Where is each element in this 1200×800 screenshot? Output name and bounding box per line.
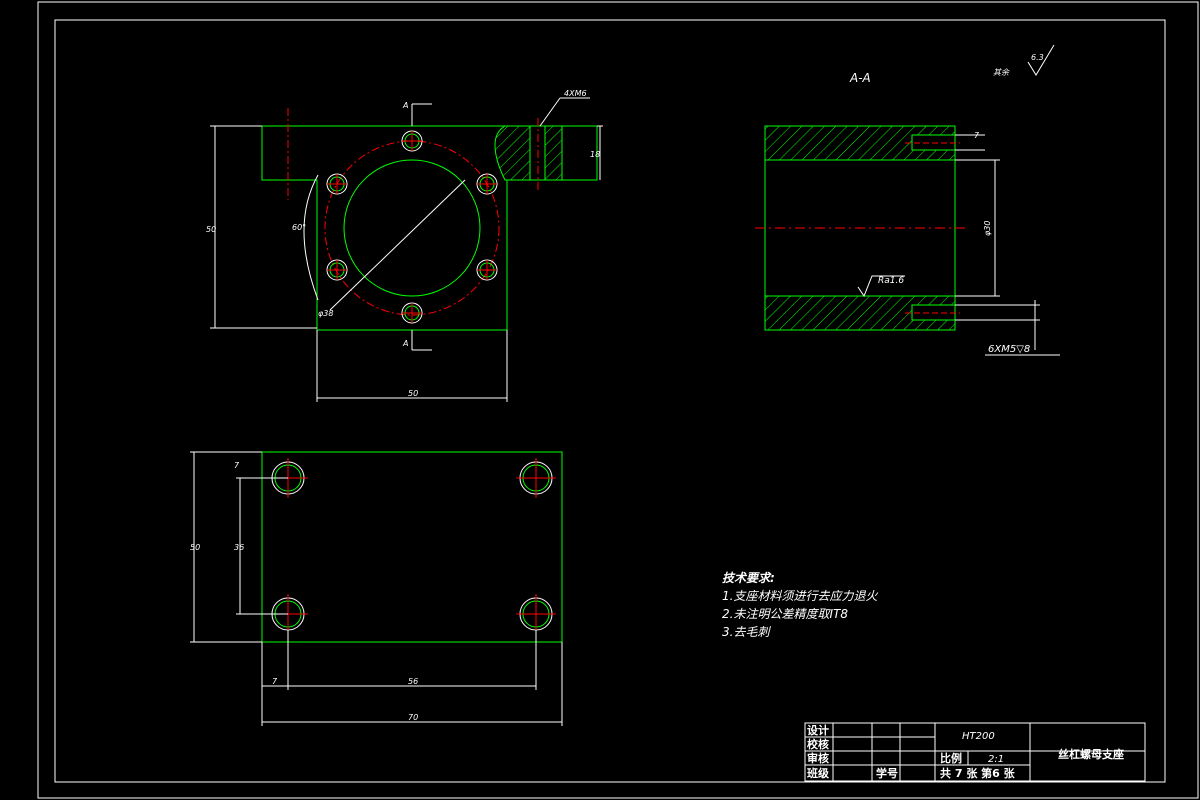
dim-bore: φ30 <box>983 221 992 236</box>
tech-req-item: 2.未注明公差精度取IT8 <box>722 607 848 621</box>
tb-review: 审核 <box>807 751 829 765</box>
tech-req-item: 1.支座材料须进行去应力退火 <box>722 589 878 603</box>
tech-requirements: 技术要求: 1.支座材料须进行去应力退火 2.未注明公差精度取IT8 3.去毛刺 <box>722 571 878 639</box>
tb-material: HT200 <box>962 731 995 742</box>
top-dim-36: 36 <box>234 543 244 552</box>
rest-roughness: 6.3 <box>1031 53 1044 62</box>
top-dim-70: 70 <box>408 713 418 722</box>
front-dim-flange: 18 <box>590 150 600 159</box>
tb-check: 校核 <box>807 737 829 751</box>
thread-callout: 6XM5▽8 <box>988 344 1030 355</box>
flange-hatch-right <box>544 125 563 181</box>
top-dim-height: 50 <box>190 543 200 552</box>
pitch-circle <box>324 140 500 316</box>
tb-student-id: 学号 <box>876 766 898 780</box>
top-holes <box>271 461 553 631</box>
tb-part-name: 丝杠螺母支座 <box>1058 747 1124 761</box>
front-view: A A φ38 60° 50 50 18 4XM6 <box>206 89 603 402</box>
roughness-label: Ra1.6 <box>878 276 904 286</box>
flange-hatch-left <box>494 125 531 181</box>
tb-class: 班级 <box>807 766 830 780</box>
tb-design: 设计 <box>807 723 829 737</box>
front-dim-width: 50 <box>408 389 418 398</box>
tb-sheets: 共 7 张 第6 张 <box>940 766 1016 780</box>
outer-frame <box>37 1 1199 799</box>
section-marker-top: A <box>402 101 408 110</box>
thread-label-top: 4XM6 <box>564 89 587 98</box>
section-marker-bottom: A <box>402 339 408 348</box>
dim-angle: 60° <box>292 223 306 232</box>
tb-scale-value: 2:1 <box>988 754 1004 765</box>
tb-scale-label: 比例 <box>940 751 962 765</box>
front-dim-height: 50 <box>206 225 216 234</box>
tech-req-title: 技术要求: <box>722 571 775 585</box>
top-hole-crosses <box>268 458 556 634</box>
top-view: 50 36 7 7 56 70 <box>190 451 563 726</box>
top-dim-56: 56 <box>408 677 418 686</box>
top-dim-7-v: 7 <box>234 461 240 470</box>
inner-frame <box>54 19 1166 783</box>
drawing-canvas: A A φ38 60° 50 50 18 4XM6 A-A φ30 7 6XM5… <box>37 1 1199 799</box>
top-dim-7-h: 7 <box>272 677 278 686</box>
section-title: A-A <box>849 71 871 85</box>
dim-pcd: φ38 <box>318 309 333 318</box>
bore-circle <box>343 159 481 297</box>
rest-label: 其余 <box>993 68 1010 77</box>
tech-req-item: 3.去毛刺 <box>722 625 771 639</box>
section-view: A-A φ30 7 6XM5▽8 Ra1.6 <box>755 71 1060 356</box>
